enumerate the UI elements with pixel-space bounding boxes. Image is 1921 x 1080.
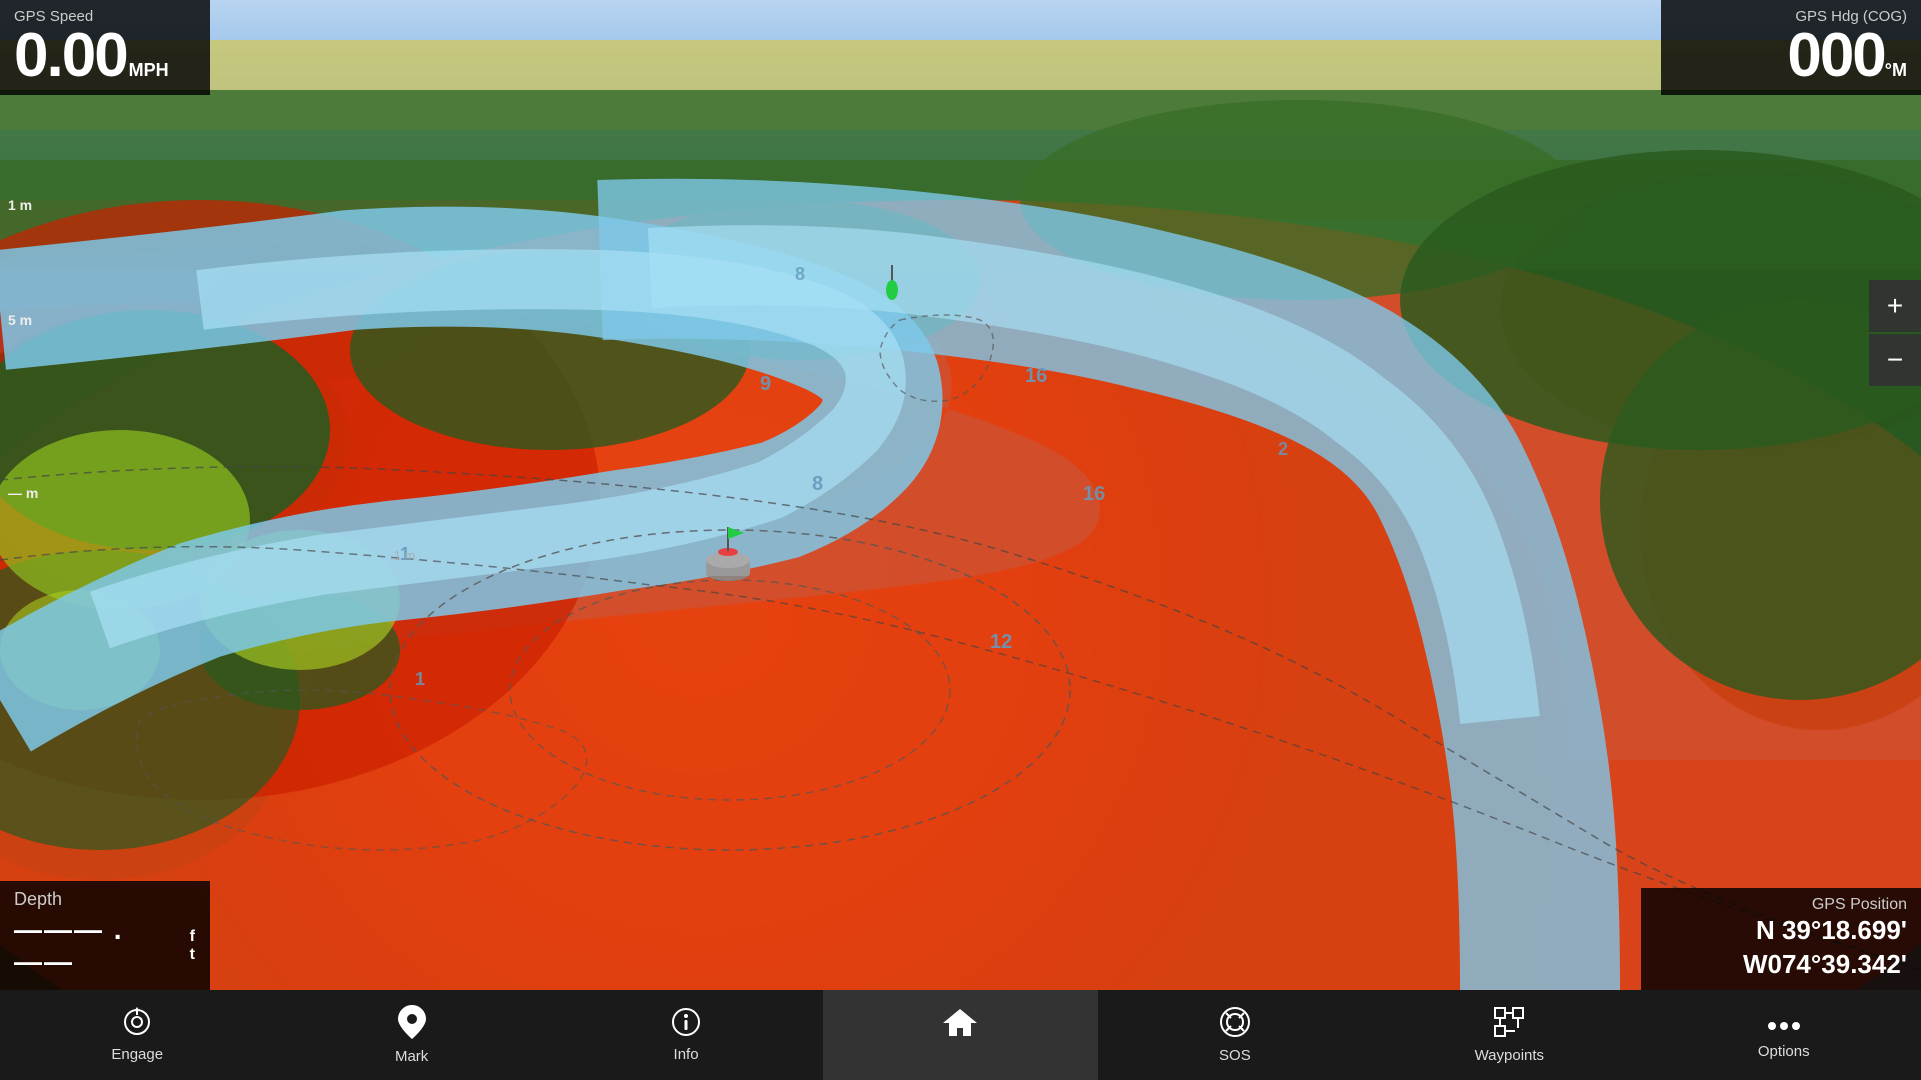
depth-panel: Depth ——— .—— f t — [0, 881, 210, 990]
waypoints-icon — [1493, 1006, 1525, 1043]
gps-lon: W074°39.342' — [1655, 948, 1907, 982]
nav-info[interactable]: Info — [549, 990, 823, 1080]
gps-hdg-panel: GPS Hdg (COG) 000 °M — [1661, 0, 1921, 95]
nav-bar: Engage Mark Info — [0, 990, 1921, 1080]
gps-hdg-unit: °M — [1885, 60, 1907, 81]
gps-position-panel: GPS Position N 39°18.699' W074°39.342' — [1641, 888, 1921, 990]
home-icon — [943, 1007, 977, 1042]
nav-engage[interactable]: Engage — [0, 990, 274, 1080]
depth-unit-feet: f — [190, 928, 196, 946]
nav-waypoints[interactable]: Waypoints — [1372, 990, 1646, 1080]
nav-sos[interactable]: SOS — [1098, 990, 1372, 1080]
sos-icon — [1219, 1006, 1251, 1043]
sos-label: SOS — [1219, 1047, 1251, 1064]
depth-unit-tenths: t — [190, 946, 196, 964]
mark-label: Mark — [395, 1048, 428, 1065]
info-icon — [671, 1007, 701, 1042]
engage-icon — [122, 1007, 152, 1042]
gps-hdg-value: 000 — [1787, 25, 1884, 87]
gps-speed-panel: GPS Speed 0.00 MPH — [0, 0, 210, 95]
depth-unit-block: f t — [190, 928, 196, 963]
gps-lat: N 39°18.699' — [1655, 914, 1907, 948]
options-icon — [1768, 1011, 1800, 1039]
mark-icon — [398, 1005, 426, 1044]
gps-speed-unit: MPH — [129, 60, 169, 81]
home-label — [958, 1046, 962, 1063]
gps-speed-value: 0.00 — [14, 25, 127, 87]
gps-position-label: GPS Position — [1655, 896, 1907, 914]
zoom-controls: + − — [1869, 280, 1921, 386]
depth-value-row: ——— .—— f t — [14, 914, 196, 978]
depth-value: ——— .—— — [14, 914, 183, 978]
zoom-out-button[interactable]: − — [1869, 334, 1921, 386]
options-label: Options — [1758, 1043, 1810, 1060]
engage-label: Engage — [111, 1046, 163, 1063]
depth-label: Depth — [14, 889, 196, 910]
nav-home[interactable] — [823, 990, 1097, 1080]
nav-options[interactable]: Options — [1647, 990, 1921, 1080]
zoom-in-button[interactable]: + — [1869, 280, 1921, 332]
nav-mark[interactable]: Mark — [274, 990, 548, 1080]
info-label: Info — [674, 1046, 699, 1063]
waypoints-label: Waypoints — [1475, 1047, 1544, 1064]
